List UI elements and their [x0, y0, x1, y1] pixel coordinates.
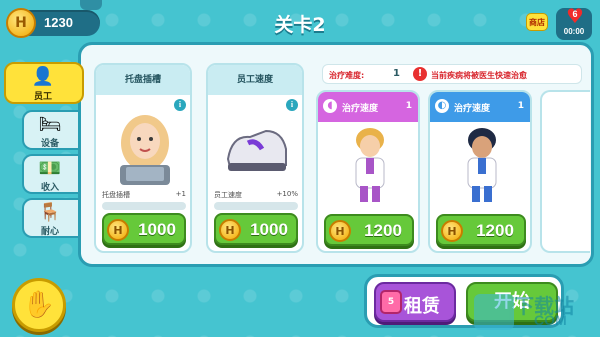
price: 1200	[364, 221, 402, 240]
price: 1000	[138, 220, 176, 239]
doctor-card-header: ◖ 治疗速度 1	[318, 92, 418, 122]
coin-icon: H	[329, 220, 351, 242]
lives-timer: 00:00	[563, 27, 585, 36]
difficulty-label: 治疗难度:	[329, 71, 365, 80]
tab-label: 设备	[40, 139, 59, 149]
buy-tray-button[interactable]: H 1000	[102, 213, 186, 245]
coin-icon: H	[441, 220, 463, 242]
lives-count: 6	[572, 9, 578, 19]
doctor-stat-title: 治疗速度	[454, 104, 491, 114]
disease-notice: 当前疾病将被医生快速治愈	[431, 71, 527, 80]
money-icon: 💵	[38, 158, 62, 179]
rent-button[interactable]: 5 租赁	[374, 282, 456, 322]
upgrade-card-tray[interactable]: 托盘插槽 i 托盘插槽 +1 H 1000	[94, 63, 192, 253]
upgrade-progress-bar	[102, 202, 186, 210]
buy-speed-button[interactable]: H 1000	[214, 213, 298, 245]
disease-info-bar: 治疗难度: 1 ! 当前疾病将被医生快速治愈	[322, 64, 582, 84]
nurse-portrait	[120, 115, 170, 185]
buy-doctor-button[interactable]: H 1200	[436, 214, 526, 246]
tab-label: 收入	[40, 183, 59, 193]
doctor-level: 1	[517, 101, 524, 111]
warning-icon: !	[413, 67, 427, 81]
lives-counter[interactable]: ♥ 6 00:00	[556, 6, 592, 40]
card-title: 托盘插槽	[96, 65, 190, 95]
tab-label: 耐心	[40, 227, 59, 237]
tab-income[interactable]: 💵 收入	[22, 154, 78, 194]
card-title: 员工速度	[208, 65, 302, 95]
rent-badge-icon: 5	[380, 290, 402, 314]
sneaker-icon	[226, 129, 287, 171]
stat-value: +10%	[276, 190, 298, 198]
tab-equipment[interactable]: 🛏 设备	[22, 110, 78, 150]
stat-value: +1	[175, 190, 186, 198]
doctor-level: 1	[405, 101, 412, 111]
stat-row: 托盘插槽 +1	[102, 190, 186, 200]
stat-label: 员工速度	[214, 191, 242, 199]
coin-counter: H 1230	[6, 8, 100, 38]
doctor-avatar	[355, 128, 385, 202]
watermark: 下载站 COM	[474, 290, 600, 334]
coin-icon: H	[107, 219, 129, 241]
tab-staff[interactable]: 👤 员工	[4, 62, 84, 104]
tab-patience[interactable]: 🪑 耐心	[22, 198, 78, 238]
watermark-logo	[474, 294, 514, 330]
hand-icon: ✋	[22, 290, 56, 320]
shop-button[interactable]: 商店	[526, 13, 548, 31]
staff-icon: 👤	[31, 66, 55, 87]
buy-doctor-button[interactable]: H 1200	[324, 214, 414, 246]
speed-icon: ◐	[435, 99, 449, 113]
doctor-card-header: ◐ 治疗速度 1	[430, 92, 530, 122]
patience-icon: 🪑	[38, 202, 62, 223]
doctor-stat-title: 治疗速度	[342, 104, 379, 114]
upgrade-progress-bar	[214, 202, 298, 210]
doctor-card[interactable]: ◐ 治疗速度 1 H 1200	[428, 90, 532, 253]
doctor-avatar	[467, 128, 497, 202]
stat-label: 托盘插槽	[102, 191, 130, 199]
top-decor	[80, 0, 102, 10]
tab-label: 员工	[33, 92, 52, 102]
price: 1200	[476, 221, 514, 240]
level-title: 关卡2	[274, 14, 326, 36]
coin-icon: H	[219, 219, 241, 241]
back-button[interactable]: ✋	[12, 278, 66, 332]
speed-icon: ◖	[323, 99, 337, 113]
upgrade-card-speed[interactable]: 员工速度 i 员工速度 +10% H 1000	[206, 63, 304, 253]
next-card-peek[interactable]	[540, 90, 590, 253]
stat-row: 员工速度 +10%	[214, 190, 298, 200]
equipment-icon: 🛏	[38, 114, 62, 135]
price: 1000	[250, 220, 288, 239]
coin-icon: H	[6, 8, 36, 38]
doctor-card[interactable]: ◖ 治疗速度 1 H 1200	[316, 90, 420, 253]
difficulty-value: 1	[393, 68, 400, 79]
rent-label: 租赁	[404, 296, 440, 317]
watermark-text: COM	[534, 312, 567, 328]
coin-amount: 1230	[44, 15, 73, 30]
